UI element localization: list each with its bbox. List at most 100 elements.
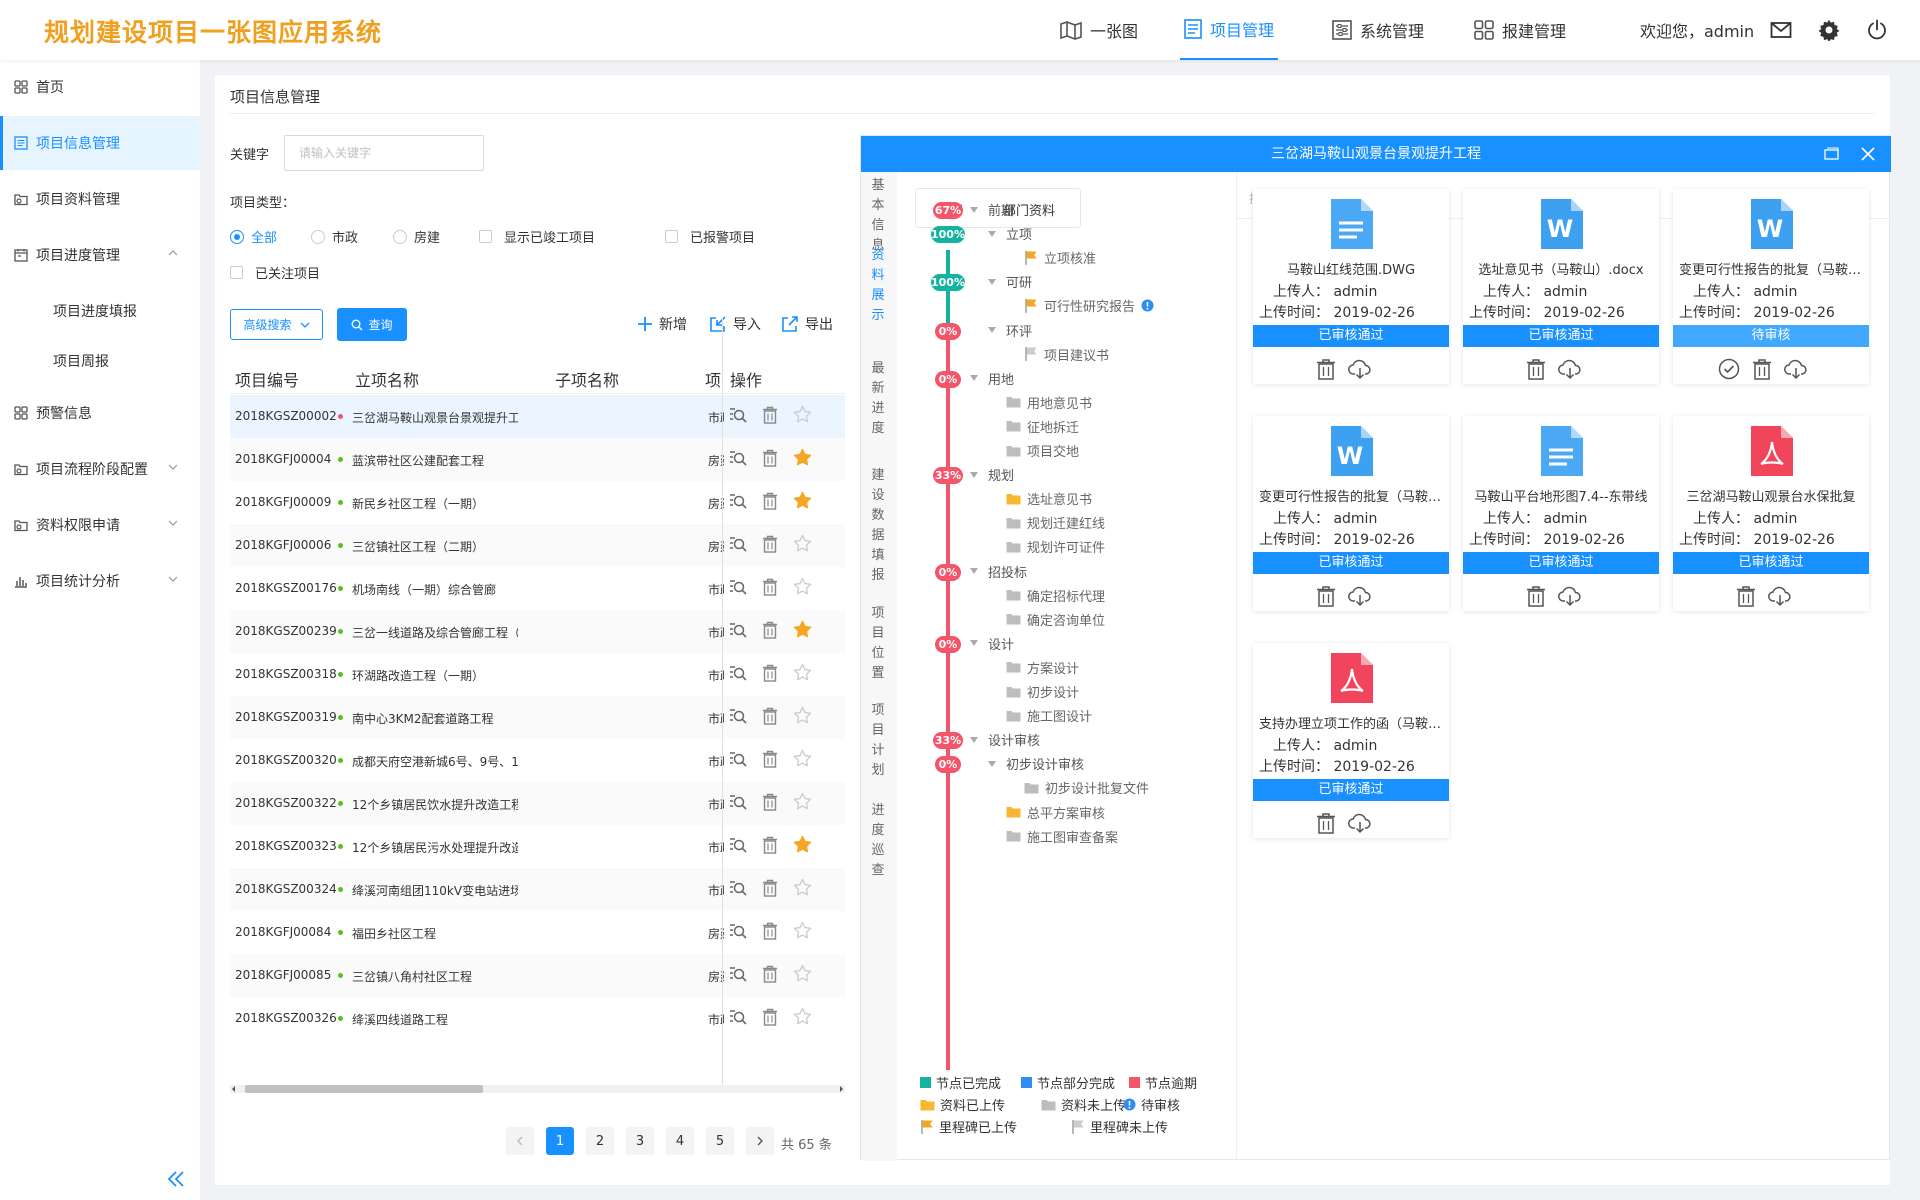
star-outline-icon[interactable] [793,663,812,682]
check-completed[interactable]: 显示已竣工项目 [479,227,595,246]
vtab-5[interactable]: 项目计划项目计划 [868,701,888,781]
export-button[interactable]: 导出 [781,314,833,334]
tree-node[interactable]: 方案设计 [1006,658,1079,677]
radio-all[interactable]: 全部 [230,227,277,246]
file-card[interactable]: 三岔湖马鞍山观景台水保批复 上传人： admin 上传时间： 2019-02-2… [1673,416,1869,611]
view-detail-icon[interactable] [728,707,747,725]
table-row[interactable]: 2018KGFJ00009 新民乡社区工程（一期） 房建 [230,481,845,524]
tree-node[interactable]: 征地拆迁 [1006,417,1079,436]
vtab-4[interactable]: 项目位置项目位置 [868,604,888,684]
table-row[interactable]: 2018KGFJ00006 三岔镇社区工程（二期） 房建 [230,524,845,567]
view-detail-icon[interactable] [728,664,747,682]
sidebar-item-progress-management[interactable]: 项目进度管理 [0,228,200,282]
sidebar-item-warnings[interactable]: 预警信息 [0,386,200,440]
tree-node[interactable]: 招投标 [970,562,1027,581]
keyword-input[interactable] [284,135,484,171]
tree-node[interactable]: 规划迁建红线 [1006,513,1105,532]
page-button-3[interactable]: 3 [626,1127,654,1155]
vtab-6[interactable]: 进度巡查进度巡查 [868,801,888,881]
table-row[interactable]: 2018KGSZ00324 绛溪河南组团110kV变电站进场道路 市政 [230,868,845,911]
tree-node[interactable]: 可研 [988,272,1032,291]
view-detail-icon[interactable] [728,922,747,940]
delete-icon[interactable] [1526,585,1546,607]
check-alarmed[interactable]: 已报警项目 [665,227,755,246]
tree-node[interactable]: 初步设计批复文件 [1024,778,1149,797]
check-followed[interactable]: 已关注项目 [230,263,320,282]
page-button-4[interactable]: 4 [666,1127,694,1155]
sidebar-item-flow-config[interactable]: 项目流程阶段配置 [0,442,200,496]
table-row[interactable]: 2018KGSZ00002 三岔湖马鞍山观景台景观提升工程 市政 [230,395,845,438]
nav-map[interactable]: 一张图 [1060,0,1138,60]
view-detail-icon[interactable] [728,965,747,983]
view-detail-icon[interactable] [728,1008,747,1026]
page-button-2[interactable]: 2 [586,1127,614,1155]
star-outline-icon[interactable] [793,878,812,897]
table-row[interactable]: 2018KGSZ00318 环湖路改造工程（一期） 市政 [230,653,845,696]
tree-node[interactable]: 前期 [970,200,1014,219]
tree-node[interactable]: 规划许可证件 [1006,537,1105,556]
view-detail-icon[interactable] [728,793,747,811]
table-row[interactable]: 2018KGFJ00004 蓝滨带社区公建配套工程 房建 [230,438,845,481]
approve-icon[interactable] [1718,358,1740,380]
star-outline-icon[interactable] [793,534,812,553]
view-detail-icon[interactable] [728,621,747,639]
star-outline-icon[interactable] [793,405,812,424]
download-cloud-icon[interactable] [1348,585,1372,607]
radio-municipal[interactable]: 市政 [311,227,358,246]
vtab-1[interactable]: 资料展示资料展示 [868,246,888,326]
delete-icon[interactable] [762,707,778,725]
delete-icon[interactable] [762,664,778,682]
delete-icon[interactable] [762,879,778,897]
star-outline-icon[interactable] [793,577,812,596]
vtab-0[interactable]: 基本信息基本信息 [868,176,888,256]
delete-icon[interactable] [762,836,778,854]
logout-button[interactable] [1866,19,1888,41]
import-button[interactable]: 导入 [709,314,761,334]
settings-button[interactable] [1818,19,1840,41]
view-detail-icon[interactable] [728,836,747,854]
star-outline-icon[interactable] [793,706,812,725]
delete-icon[interactable] [762,578,778,596]
mail-button[interactable] [1770,19,1792,41]
delete-icon[interactable] [762,793,778,811]
delete-icon[interactable] [1316,585,1336,607]
sidebar-item-project-info[interactable]: 项目信息管理 [0,116,200,170]
delete-icon[interactable] [1526,358,1546,380]
tree-node[interactable]: 初步设计审核 [988,754,1084,773]
download-cloud-icon[interactable] [1558,358,1582,380]
maximize-icon[interactable] [1824,147,1839,160]
star-outline-icon[interactable] [793,1007,812,1026]
sidebar-item-statistics[interactable]: 项目统计分析 [0,554,200,608]
delete-icon[interactable] [762,1008,778,1026]
view-detail-icon[interactable] [728,750,747,768]
sidebar-item-home[interactable]: 首页 [0,60,200,114]
tree-node[interactable]: 项目建议书 [1024,345,1109,364]
file-card[interactable]: 马鞍山红线范围.DWG 上传人： admin 上传时间： 2019-02-26 … [1253,189,1449,384]
tree-node[interactable]: 选址意见书 [1006,489,1092,508]
view-detail-icon[interactable] [728,578,747,596]
horizontal-scrollbar[interactable] [230,1082,845,1096]
vtab-2[interactable]: 最新进度最新进度 [868,359,888,439]
sidebar-subitem-progress-report[interactable]: 项目进度填报 [53,301,137,321]
delete-icon[interactable] [762,922,778,940]
sidebar-collapse-button[interactable] [166,1170,186,1188]
tree-node[interactable]: 总平方案审核 [1006,803,1105,822]
tree-node[interactable]: 可行性研究报告 [1024,296,1154,315]
tree-node[interactable]: 施工图设计 [1006,706,1092,725]
star-outline-icon[interactable] [793,921,812,940]
star-outline-icon[interactable] [793,749,812,768]
view-detail-icon[interactable] [728,535,747,553]
delete-icon[interactable] [1752,358,1772,380]
delete-icon[interactable] [762,406,778,424]
star-filled-icon[interactable] [793,448,812,467]
file-card[interactable]: W 选址意见书（马鞍山）.docx 上传人： admin 上传时间： 2019-… [1463,189,1659,384]
table-row[interactable]: 2018KGSZ00326 绛溪四线道路工程 市政 [230,997,845,1040]
nav-permit-management[interactable]: 报建管理 [1474,0,1566,60]
prev-page-button[interactable] [506,1127,534,1155]
delete-icon[interactable] [762,965,778,983]
download-cloud-icon[interactable] [1348,812,1372,834]
tree-node[interactable]: 项目交地 [1006,441,1079,460]
view-detail-icon[interactable] [728,406,747,424]
delete-icon[interactable] [1736,585,1756,607]
delete-icon[interactable] [762,621,778,639]
